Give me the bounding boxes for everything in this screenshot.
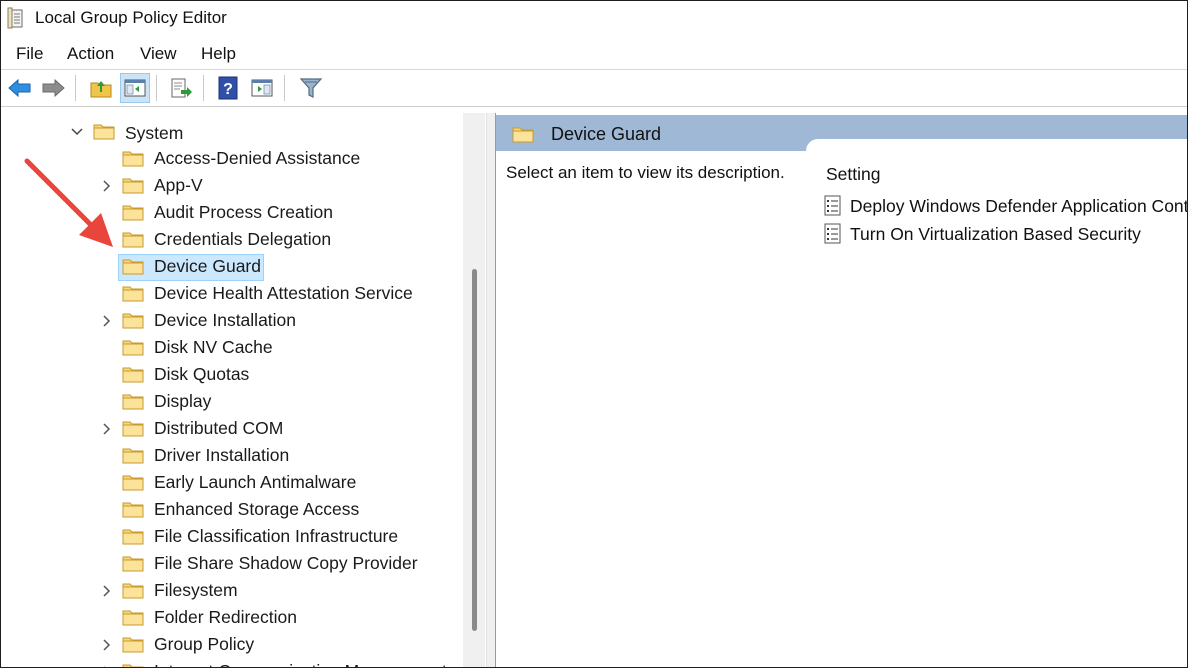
column-header-setting[interactable]: Setting	[826, 164, 880, 185]
up-one-level-button[interactable]	[87, 74, 115, 102]
filter-button[interactable]	[297, 74, 325, 102]
chevron-right-icon[interactable]	[99, 638, 113, 652]
window-title: Local Group Policy Editor	[35, 8, 227, 27]
chevron-right-icon[interactable]	[99, 422, 113, 436]
action-pane-icon	[251, 79, 273, 97]
app-window: Local Group Policy Editor File Action Vi…	[0, 0, 1188, 668]
menu-view[interactable]: View	[140, 44, 177, 64]
tree-node-label: File Classification Infrastructure	[154, 526, 399, 546]
tree-node-label: Folder Redirection	[154, 607, 297, 627]
folder-icon	[122, 610, 144, 626]
tree-node-label: Access-Denied Assistance	[154, 148, 361, 168]
folder-icon	[122, 313, 144, 329]
tree-node-label: Disk Quotas	[154, 364, 250, 384]
menu-help[interactable]: Help	[201, 44, 236, 64]
folder-icon	[122, 340, 144, 356]
back-button[interactable]	[6, 74, 34, 102]
setting-label: Deploy Windows Defender Application Cont…	[850, 196, 1188, 216]
folder-icon	[122, 151, 144, 167]
menu-file[interactable]: File	[16, 44, 43, 64]
folder-icon	[122, 502, 144, 518]
folder-icon	[122, 583, 144, 599]
tree-node-label: Device Health Attestation Service	[154, 283, 413, 303]
folder-icon	[122, 367, 144, 383]
chevron-right-icon[interactable]	[99, 314, 113, 328]
tree-node-label: Audit Process Creation	[154, 202, 333, 222]
back-arrow-icon	[8, 78, 31, 98]
export-list-icon	[171, 78, 192, 98]
show-hide-tree-icon	[124, 79, 146, 97]
toolbar-separator	[156, 75, 157, 101]
tree-node-label: Early Launch Antimalware	[154, 472, 357, 492]
toolbar-separator	[75, 75, 76, 101]
description-text: Select an item to view its description.	[506, 163, 785, 182]
folder-icon	[122, 529, 144, 545]
menu-action[interactable]: Action	[67, 44, 114, 64]
folder-icon	[122, 178, 144, 194]
tree-node-label: Internet Communication Management	[154, 661, 447, 667]
tree-node-label: Distributed COM	[154, 418, 284, 438]
policy-setting-icon	[824, 195, 841, 216]
tree-node-label: System	[125, 123, 184, 143]
forward-button[interactable]	[39, 74, 67, 102]
policy-setting-icon	[824, 223, 841, 244]
folder-icon	[122, 421, 144, 437]
show-hide-action-pane-button[interactable]	[248, 74, 276, 102]
export-list-button[interactable]	[167, 74, 195, 102]
setting-label: Turn On Virtualization Based Security	[850, 224, 1141, 244]
help-button[interactable]: ?	[214, 74, 242, 102]
toolbar-separator	[284, 75, 285, 101]
folder-icon	[122, 232, 144, 248]
folder-icon	[512, 127, 534, 143]
folder-icon	[122, 205, 144, 221]
tree-node-label: Credentials Delegation	[154, 229, 332, 249]
folder-icon	[122, 556, 144, 572]
tree-node-label: File Share Shadow Copy Provider	[154, 553, 418, 573]
toolbar: ?	[1, 70, 1187, 107]
folder-icon	[122, 664, 144, 667]
tree-node-label: Filesystem	[154, 580, 238, 600]
toolbar-separator	[203, 75, 204, 101]
console-tree-pane: System Access-Denied Assistance App-V Audi…	[1, 113, 485, 667]
folder-icon	[122, 259, 144, 275]
svg-text:?: ?	[223, 81, 233, 98]
help-icon: ?	[218, 76, 238, 100]
scrollbar-thumb[interactable]	[472, 269, 477, 631]
chevron-right-icon[interactable]	[99, 179, 113, 193]
show-hide-console-tree-button[interactable]	[120, 73, 150, 103]
menu-bar: File Action View Help	[1, 37, 1187, 70]
folder-icon	[122, 448, 144, 464]
folder-up-icon	[90, 81, 112, 98]
folder-icon	[122, 286, 144, 302]
folder-icon	[122, 475, 144, 491]
tree-scrollbar[interactable]	[463, 113, 485, 667]
tree-node-label: Display	[154, 391, 212, 411]
tree-node-label: Group Policy	[154, 634, 255, 654]
chevron-right-icon[interactable]	[99, 584, 113, 598]
folder-icon	[122, 394, 144, 410]
folder-icon	[122, 637, 144, 653]
forward-arrow-icon	[42, 78, 65, 98]
tree-node-label: App-V	[154, 175, 203, 195]
tree-node-label: Device Guard	[154, 256, 261, 276]
policy-editor-icon	[7, 7, 23, 29]
chevron-down-icon[interactable]	[70, 125, 84, 139]
details-title: Device Guard	[551, 124, 662, 144]
filter-icon	[299, 78, 323, 98]
details-pane: Device Guard Select an item to view its …	[495, 113, 1188, 667]
title-bar: Local Group Policy Editor	[1, 1, 1187, 37]
tree-node-label: Disk NV Cache	[154, 337, 273, 357]
header-tab-curve	[806, 139, 1187, 153]
folder-icon	[93, 124, 115, 140]
pane-splitter[interactable]	[486, 113, 495, 667]
tree-node-label: Driver Installation	[154, 445, 290, 465]
tree-node-label: Enhanced Storage Access	[154, 499, 360, 519]
tree-node-label: Device Installation	[154, 310, 297, 330]
